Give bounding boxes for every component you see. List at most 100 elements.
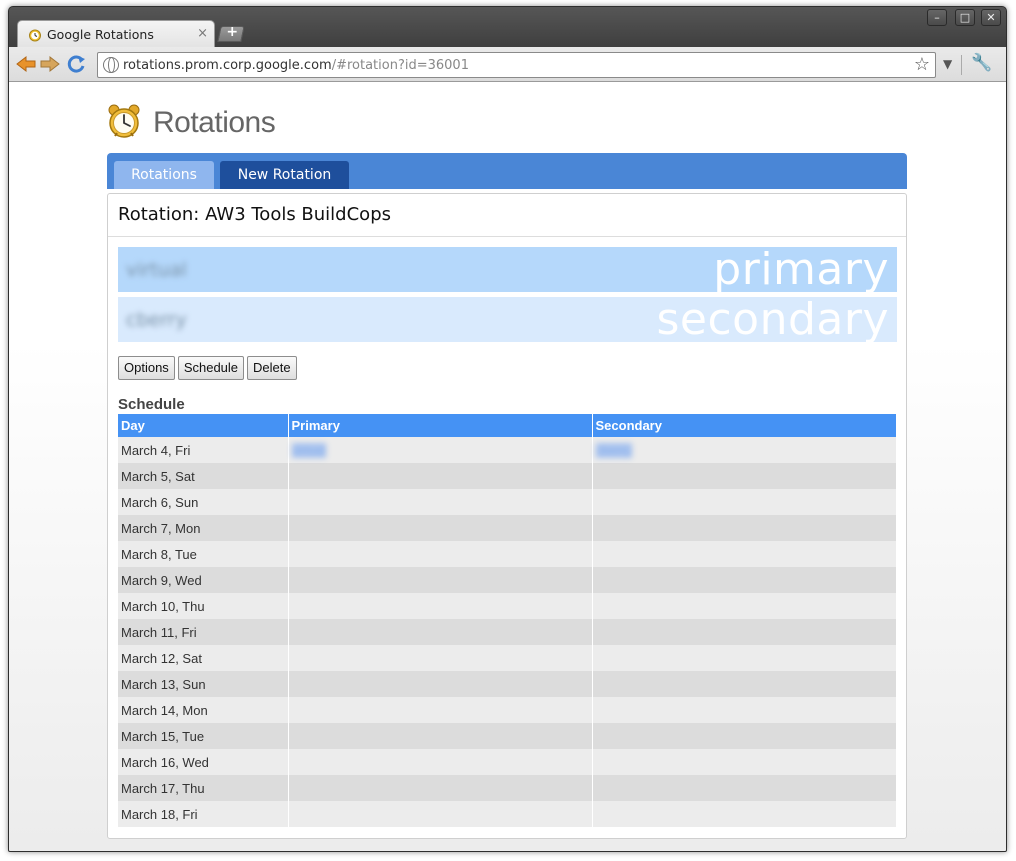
alarm-clock-icon [29,29,41,42]
divider [108,236,906,237]
schedule-secondary-cell[interactable] [592,515,897,541]
minimize-button[interactable]: – [927,9,947,26]
schedule-day-cell: March 13, Sun [118,671,289,697]
logo-text: Rotations [153,106,276,139]
secondary-label: secondary [656,297,889,342]
schedule-secondary-cell[interactable] [592,567,897,593]
options-button[interactable]: Options [118,356,175,380]
schedule-primary-cell[interactable] [288,775,593,801]
column-header-secondary[interactable]: Secondary [592,414,897,437]
schedule-day-cell: March 12, Sat [118,645,289,671]
schedule-secondary-cell[interactable] [592,489,897,515]
schedule-primary-cell[interactable] [288,749,593,775]
plus-icon: + [226,24,239,40]
bookmark-star-icon[interactable]: ☆ [914,54,930,75]
browser-tab[interactable]: Google Rotations × [17,20,215,48]
tab-title: Google Rotations [47,27,154,42]
table-row: March 11, Fri [118,619,897,645]
primary-oncall-band: virtual primary [118,247,897,292]
schedule-table: Day Primary Secondary March 4, Fri virtua… [118,414,897,827]
redacted-username: cberry [595,442,632,458]
primary-user: virtual [126,259,187,281]
schedule-primary-cell[interactable] [288,671,593,697]
table-row: March 7, Mon [118,515,897,541]
schedule-day-cell: March 17, Thu [118,775,289,801]
schedule-primary-cell[interactable] [288,697,593,723]
schedule-day-cell: March 6, Sun [118,489,289,515]
schedule-primary-cell[interactable] [288,489,593,515]
tab-close-icon[interactable]: × [197,26,208,41]
table-row: March 13, Sun [118,671,897,697]
back-arrow-icon[interactable] [15,54,37,74]
schedule-day-cell: March 7, Mon [118,515,289,541]
schedule-secondary-cell[interactable] [592,801,897,827]
schedule-heading: Schedule [118,396,185,413]
address-text[interactable]: rotations.prom.corp.google.com/#rotation… [123,58,469,73]
schedule-secondary-cell[interactable] [592,671,897,697]
forward-arrow-icon[interactable] [39,54,61,74]
secondary-user: cberry [126,309,187,331]
schedule-secondary-cell[interactable] [592,541,897,567]
page-menu-icon[interactable]: ▼ [943,57,952,71]
schedule-day-cell: March 4, Fri [118,437,289,463]
alarm-clock-icon [108,104,140,138]
rotation-title: Rotation: AW3 Tools BuildCops [118,204,391,225]
schedule-button[interactable]: Schedule [177,356,245,380]
schedule-primary-cell[interactable] [288,515,593,541]
browser-window: Google Rotations × + – □ ✕ rotations.pro… [8,6,1007,852]
schedule-body: March 4, Fri virtual cberry March 5, Sat Mar… [118,437,897,827]
redacted-username: virtual [291,442,327,458]
reload-icon[interactable] [66,54,88,74]
table-row: March 12, Sat [118,645,897,671]
schedule-day-cell: March 9, Wed [118,567,289,593]
column-header-primary[interactable]: Primary [288,414,593,437]
table-row: March 14, Mon [118,697,897,723]
schedule-secondary-cell[interactable]: cberry [592,437,897,463]
close-window-button[interactable]: ✕ [981,9,1001,26]
schedule-day-cell: March 5, Sat [118,463,289,489]
schedule-secondary-cell[interactable] [592,463,897,489]
maximize-button[interactable]: □ [955,9,975,26]
address-bar[interactable]: rotations.prom.corp.google.com/#rotation… [97,52,936,78]
schedule-day-cell: March 14, Mon [118,697,289,723]
schedule-primary-cell[interactable] [288,463,593,489]
schedule-primary-cell[interactable] [288,645,593,671]
tab-rotations[interactable]: Rotations [114,161,214,189]
table-row: March 18, Fri [118,801,897,827]
browser-toolbar: rotations.prom.corp.google.com/#rotation… [9,47,1006,82]
schedule-day-cell: March 16, Wed [118,749,289,775]
schedule-primary-cell[interactable] [288,801,593,827]
main-nav: Rotations New Rotation [107,153,907,189]
table-row: March 9, Wed [118,567,897,593]
schedule-primary-cell[interactable] [288,723,593,749]
schedule-secondary-cell[interactable] [592,775,897,801]
table-row: March 8, Tue [118,541,897,567]
table-row: March 4, Fri virtual cberry [118,437,897,463]
schedule-primary-cell[interactable] [288,541,593,567]
primary-label: primary [713,247,889,292]
delete-button[interactable]: Delete [247,356,297,380]
title-bar: Google Rotations × + – □ ✕ [9,7,1006,48]
address-host: rotations.prom.corp.google.com [123,58,332,73]
column-header-day[interactable]: Day [118,414,289,437]
schedule-primary-cell[interactable] [288,593,593,619]
address-path: /#rotation?id=36001 [331,58,469,73]
schedule-secondary-cell[interactable] [592,593,897,619]
globe-icon [103,57,119,73]
schedule-day-cell: March 15, Tue [118,723,289,749]
table-row: March 16, Wed [118,749,897,775]
schedule-secondary-cell[interactable] [592,697,897,723]
schedule-primary-cell[interactable]: virtual [288,437,593,463]
schedule-secondary-cell[interactable] [592,749,897,775]
schedule-secondary-cell[interactable] [592,619,897,645]
schedule-primary-cell[interactable] [288,619,593,645]
tab-new-rotation[interactable]: New Rotation [220,161,349,189]
rotation-panel: Rotation: AW3 Tools BuildCops virtual pr… [107,193,907,839]
secondary-oncall-band: cberry secondary [118,297,897,342]
new-tab-button[interactable]: + [217,24,245,42]
schedule-primary-cell[interactable] [288,567,593,593]
schedule-secondary-cell[interactable] [592,723,897,749]
schedule-secondary-cell[interactable] [592,645,897,671]
wrench-icon[interactable]: 🔧 [971,53,992,73]
schedule-day-cell: March 18, Fri [118,801,289,827]
